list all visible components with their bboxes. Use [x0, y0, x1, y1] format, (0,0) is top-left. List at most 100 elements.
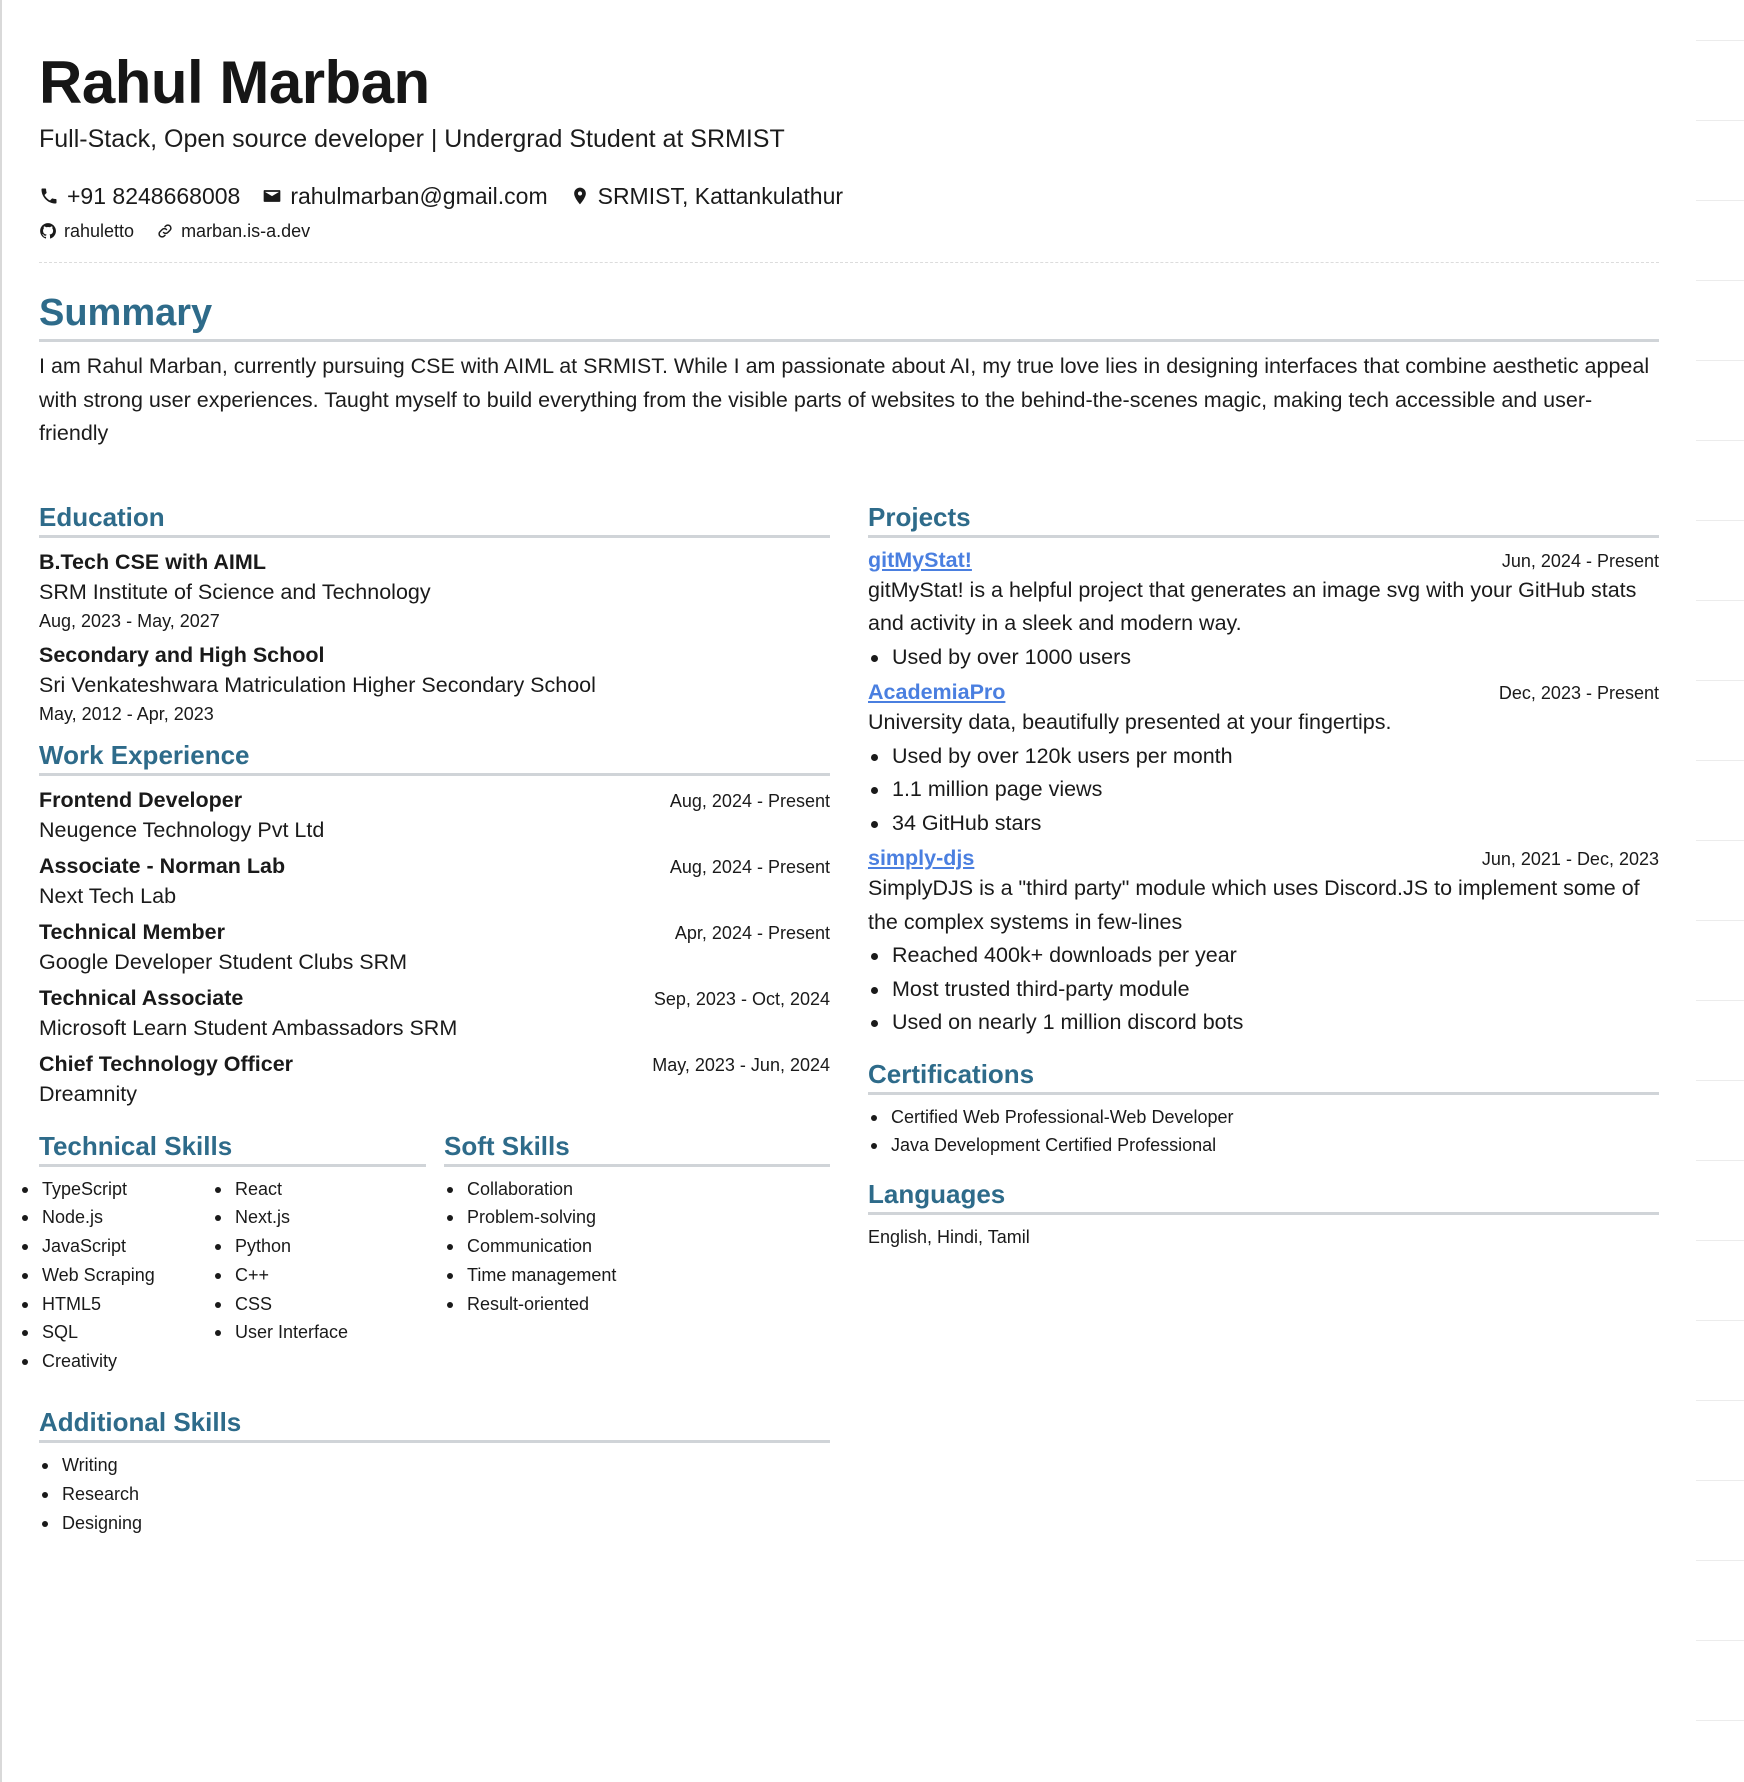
margin-tick	[1696, 1000, 1744, 1001]
work-entry: Frontend Developer Aug, 2024 - Present Ne…	[39, 786, 830, 846]
margin-tick	[1696, 920, 1744, 921]
margin-tick	[1696, 600, 1744, 601]
job-organization: Microsoft Learn Student Ambassadors SRM	[39, 1015, 458, 1040]
two-column-body: Education B.Tech CSE with AIML SRM Insti…	[22, 501, 1659, 1538]
project-link[interactable]: simply-djs	[868, 844, 974, 872]
skill-item: React	[212, 1175, 405, 1204]
highlight-item: Used by over 120k users per month	[868, 740, 1659, 774]
soft-skills-list: Collaboration Problem-solving Communicat…	[444, 1175, 830, 1319]
technical-skills-heading: Technical Skills	[39, 1130, 426, 1167]
project-dates: Dec, 2023 - Present	[1498, 683, 1659, 703]
project-highlights: Used by over 1000 users	[868, 641, 1659, 675]
project-dates: Jun, 2024 - Present	[1501, 550, 1659, 571]
phone-icon	[41, 188, 57, 204]
project-highlights: Used by over 120k users per month 1.1 mi…	[868, 740, 1659, 841]
margin-tick	[1696, 440, 1744, 441]
contact-phone[interactable]: +91 8248668008	[39, 183, 240, 210]
location-text: SRMIST, Kattankulathur	[597, 182, 844, 209]
project-link[interactable]: AcademiaPro	[868, 678, 1005, 706]
job-role: Chief Technology Officer	[39, 1051, 294, 1076]
skill-item: TypeScript	[19, 1175, 212, 1204]
resume: Rahul Marban Full-Stack, Open source dev…	[22, 48, 1659, 1538]
github-username: rahuletto	[64, 220, 135, 241]
education-dates: Aug, 2023 - May, 2027	[39, 610, 220, 631]
highlight-item: Used by over 1000 users	[868, 641, 1659, 675]
education-heading: Education	[39, 501, 830, 538]
margin-tick	[1696, 40, 1744, 41]
project-description: University data, beautifully presented a…	[868, 710, 1392, 734]
job-dates: May, 2023 - Jun, 2024	[652, 1054, 830, 1075]
languages-text: English, Hindi, Tamil	[868, 1227, 1030, 1248]
work-entry: Technical Associate Sep, 2023 - Oct, 2024…	[39, 984, 830, 1044]
education-entry: Secondary and High School Sri Venkateshw…	[39, 641, 830, 727]
contact-email[interactable]: rahulmarban@gmail.com	[262, 182, 548, 210]
additional-skills-heading: Additional Skills	[39, 1406, 830, 1444]
job-role: Technical Associate	[39, 985, 244, 1010]
soft-skills-section: Soft Skills Collaboration Problem-solvin…	[444, 1130, 830, 1377]
soft-skills-heading: Soft Skills	[444, 1130, 830, 1167]
header-divider	[39, 262, 1659, 263]
certification-item: Java Development Certified Professional	[868, 1131, 1659, 1160]
degree-title: B.Tech CSE with AIML	[39, 549, 266, 574]
skill-item: Problem-solving	[444, 1203, 830, 1232]
headline: Full-Stack, Open source developer | Unde…	[39, 125, 785, 153]
highlight-item: Reached 400k+ downloads per year	[868, 939, 1659, 973]
highlight-item: Used on nearly 1 million discord bots	[868, 1006, 1659, 1040]
technical-skills-col-2: React Next.js Python C++ CSS User Interf…	[212, 1175, 405, 1377]
skill-item: Collaboration	[444, 1175, 830, 1204]
website-link[interactable]: marban.is-a.dev	[156, 221, 310, 242]
job-dates: Aug, 2024 - Present	[669, 856, 830, 877]
right-column: Projects gitMyStat! Jun, 2024 - Present g…	[868, 501, 1659, 1538]
phone-number: +91 8248668008	[67, 182, 241, 209]
margin-tick	[1696, 360, 1744, 361]
skill-item: Research	[39, 1480, 830, 1509]
map-pin-icon	[573, 187, 586, 205]
margin-tick	[1696, 760, 1744, 761]
skill-item: HTML5	[19, 1290, 212, 1319]
work-entry: Associate - Norman Lab Aug, 2024 - Presen…	[39, 852, 830, 912]
skill-item: JavaScript	[19, 1232, 212, 1261]
link-icon	[158, 224, 172, 238]
page-right-margin	[1696, 0, 1744, 1782]
skill-item: Communication	[444, 1232, 830, 1261]
project-description: gitMyStat! is a helpful project that gen…	[868, 577, 1637, 636]
github-link[interactable]: rahuletto	[39, 221, 134, 242]
job-dates: Aug, 2024 - Present	[669, 790, 830, 811]
skill-item: C++	[212, 1261, 405, 1290]
project-description: SimplyDJS is a "third party" module whic…	[868, 876, 1640, 934]
work-heading: Work Experience	[39, 739, 830, 776]
skill-item: Node.js	[19, 1203, 212, 1232]
job-organization: Google Developer Student Clubs SRM	[39, 949, 408, 974]
skill-item: Time management	[444, 1261, 830, 1290]
technical-skills-list: TypeScript Node.js JavaScript Web Scrapi…	[19, 1167, 426, 1377]
github-icon	[40, 223, 56, 239]
certifications-list: Certified Web Professional-Web Developer…	[868, 1103, 1659, 1161]
email-address: rahulmarban@gmail.com	[290, 182, 548, 209]
margin-tick	[1696, 1160, 1744, 1161]
candidate-name: Rahul Marban	[39, 49, 430, 116]
job-organization: Next Tech Lab	[39, 883, 177, 908]
project-link[interactable]: gitMyStat!	[868, 546, 972, 574]
work-entry: Technical Member Apr, 2024 - Present Goog…	[39, 918, 830, 978]
skill-item: Writing	[39, 1451, 830, 1480]
margin-tick	[1696, 1480, 1744, 1481]
skill-item: Creativity	[19, 1347, 212, 1376]
job-organization: Dreamnity	[39, 1081, 137, 1106]
envelope-icon	[263, 190, 281, 202]
skills-row: Technical Skills TypeScript Node.js Java…	[22, 1130, 830, 1377]
margin-tick	[1696, 1320, 1744, 1321]
highlight-item: Most trusted third-party module	[868, 973, 1659, 1007]
projects-heading: Projects	[868, 501, 1659, 538]
skill-item: CSS	[212, 1290, 405, 1319]
website-url: marban.is-a.dev	[181, 220, 311, 241]
school-name: SRM Institute of Science and Technology	[39, 579, 431, 604]
summary-text: I am Rahul Marban, currently pursuing CS…	[39, 354, 1650, 445]
margin-tick	[1696, 1720, 1744, 1721]
certification-item: Certified Web Professional-Web Developer	[868, 1103, 1659, 1132]
skill-item: Next.js	[212, 1203, 405, 1232]
skill-item: Designing	[39, 1509, 830, 1538]
highlight-item: 34 GitHub stars	[868, 807, 1659, 841]
project-highlights: Reached 400k+ downloads per year Most tr…	[868, 939, 1659, 1040]
margin-tick	[1696, 1560, 1744, 1561]
certifications-heading: Certifications	[868, 1058, 1659, 1095]
